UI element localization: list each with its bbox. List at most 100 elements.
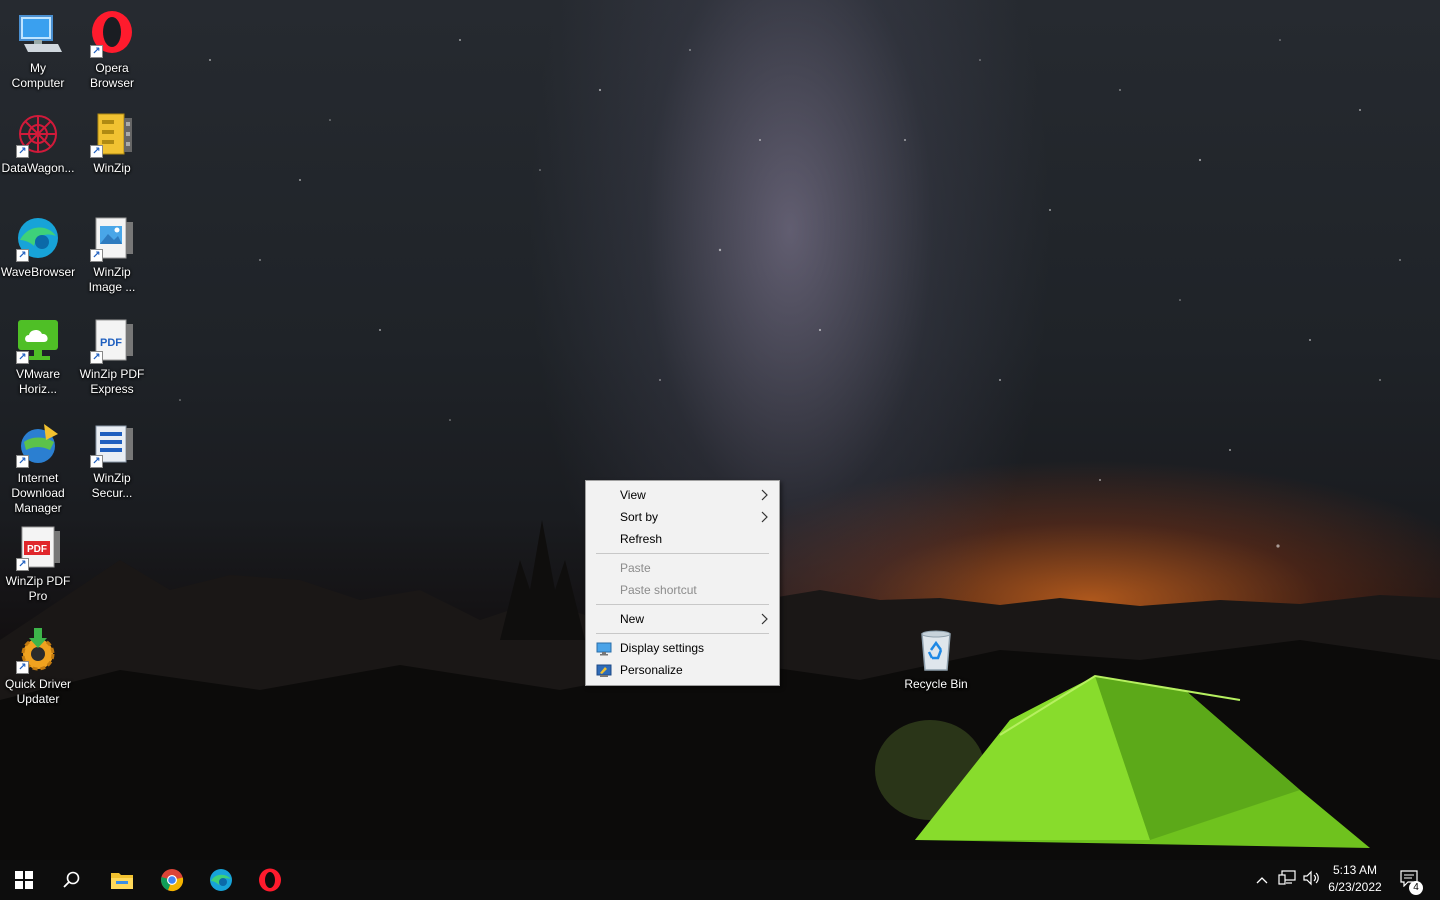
shortcut-arrow-icon: ↗	[90, 145, 103, 158]
chevron-right-icon	[759, 506, 769, 528]
desktop-icon-vmware-horizon[interactable]: ↗ VMware Horiz...	[0, 316, 76, 397]
menu-item-refresh[interactable]: Refresh	[586, 528, 779, 550]
menu-item-new[interactable]: New	[586, 608, 779, 630]
shortcut-arrow-icon: ↗	[90, 455, 103, 468]
shortcut-arrow-icon: ↗	[16, 249, 29, 262]
desktop-icon-datawagon[interactable]: ↗ DataWagon...	[0, 110, 76, 176]
desktop-icon-label: WaveBrowser	[0, 265, 76, 279]
menu-item-display-settings[interactable]: Display settings	[586, 637, 779, 659]
desktop-icon-label: My Computer	[11, 61, 65, 90]
shortcut-arrow-icon: ↗	[90, 45, 103, 58]
menu-separator	[596, 604, 769, 605]
chevron-up-icon	[1256, 871, 1268, 889]
menu-separator	[596, 553, 769, 554]
desktop-icon-label: VMware Horiz...	[15, 367, 60, 396]
menu-item-label: Paste shortcut	[620, 583, 697, 597]
desktop-icon-label: WinZip PDF Express	[79, 367, 145, 396]
taskbar-chrome[interactable]	[148, 860, 196, 900]
desktop-icon-label: Opera Browser	[89, 61, 134, 90]
datawagon-icon: ↗	[14, 110, 62, 158]
desktop-icon-winzip-image[interactable]: ↗ WinZip Image ...	[74, 214, 150, 295]
clock-time: 5:13 AM	[1332, 863, 1378, 877]
menu-item-label: Sort by	[620, 510, 659, 524]
desktop-icon-label: Quick Driver Updater	[4, 677, 71, 706]
tree-silhouette	[500, 520, 585, 640]
shortcut-arrow-icon: ↗	[16, 351, 29, 364]
menu-item-view[interactable]: View	[586, 484, 779, 506]
desktop-icon-label: WinZip	[93, 161, 131, 175]
opera-icon	[258, 868, 282, 892]
volume-button[interactable]	[1300, 860, 1322, 900]
chevron-right-icon	[759, 608, 769, 630]
svg-text:PDF: PDF	[100, 337, 122, 349]
winzip-secure-icon: ↗	[88, 420, 136, 468]
shortcut-arrow-icon: ↗	[16, 145, 29, 158]
menu-item-label: New	[620, 612, 645, 626]
vmware-horizon-icon: ↗	[14, 316, 62, 364]
show-hidden-icons-button[interactable]	[1252, 860, 1272, 900]
shortcut-arrow-icon: ↗	[16, 661, 29, 674]
taskbar-clock[interactable]: 5:13 AM 6/23/2022	[1322, 862, 1388, 898]
volume-icon	[1302, 870, 1320, 891]
desktop-context-menu: View Sort by Refresh Paste Paste shortcu…	[585, 480, 780, 686]
my-computer-icon	[14, 10, 62, 58]
winzip-icon: ↗	[88, 110, 136, 158]
menu-item-label: Display settings	[620, 641, 705, 655]
desktop-icon-label: Recycle Bin	[904, 677, 968, 691]
taskbar-opera[interactable]	[246, 860, 294, 900]
shortcut-arrow-icon: ↗	[16, 455, 29, 468]
desktop-icon-winzip-pdf-pro[interactable]: PDF ↗ WinZip PDF Pro	[0, 523, 76, 604]
winzip-pdf-express-icon: PDF ↗	[88, 316, 136, 364]
menu-item-personalize[interactable]: Personalize	[586, 659, 779, 681]
taskbar-file-explorer[interactable]	[98, 860, 146, 900]
desktop-icon-opera-browser[interactable]: ↗ Opera Browser	[74, 10, 150, 91]
svg-text:PDF: PDF	[27, 544, 47, 555]
start-button[interactable]	[0, 860, 48, 900]
menu-item-paste-shortcut: Paste shortcut	[586, 579, 779, 601]
desktop-icon-recycle-bin[interactable]: Recycle Bin	[898, 626, 974, 692]
desktop-icon-label: WinZip Secur...	[91, 471, 133, 500]
network-button[interactable]	[1276, 860, 1298, 900]
recycle-bin-icon	[912, 626, 960, 674]
opera-icon: ↗	[88, 10, 136, 58]
desktop-wallpaper	[0, 0, 1440, 860]
chrome-icon	[160, 868, 184, 892]
desktop-icon-label: DataWagon...	[1, 161, 75, 175]
file-explorer-icon	[110, 870, 134, 890]
desktop-icon-internet-download-manager[interactable]: ↗ Internet Download Manager	[0, 420, 76, 516]
clock-date: 6/23/2022	[1328, 880, 1382, 894]
menu-item-paste: Paste	[586, 557, 779, 579]
desktop-icon-winzip-pdf-express[interactable]: PDF ↗ WinZip PDF Express	[74, 316, 150, 397]
winzip-pdf-pro-icon: PDF ↗	[14, 523, 62, 571]
desktop-icon-quick-driver-updater[interactable]: ↗ Quick Driver Updater	[0, 626, 76, 707]
internet-download-manager-icon: ↗	[14, 420, 62, 468]
desktop-icon-winzip[interactable]: ↗ WinZip	[74, 110, 150, 176]
winzip-image-icon: ↗	[88, 214, 136, 262]
desktop-icon-label: WinZip PDF Pro	[5, 574, 71, 603]
wavebrowser-icon: ↗	[14, 214, 62, 262]
menu-item-label: Paste	[620, 561, 651, 575]
taskbar-wavebrowser[interactable]	[197, 860, 245, 900]
shortcut-arrow-icon: ↗	[90, 351, 103, 364]
search-button[interactable]	[48, 860, 96, 900]
taskbar: 5:13 AM 6/23/2022	[0, 860, 1440, 900]
desktop-icon-label: WinZip Image ...	[88, 265, 136, 294]
network-icon	[1278, 869, 1296, 891]
desktop-icon-wavebrowser[interactable]: ↗ WaveBrowser	[0, 214, 76, 280]
chevron-right-icon	[759, 484, 769, 506]
menu-item-label: Personalize	[620, 663, 683, 677]
menu-item-sort-by[interactable]: Sort by	[586, 506, 779, 528]
desktop-icon-winzip-secure[interactable]: ↗ WinZip Secur...	[74, 420, 150, 501]
menu-item-label: Refresh	[620, 532, 663, 546]
search-icon	[63, 871, 81, 889]
desktop-icon-my-computer[interactable]: My Computer	[0, 10, 76, 91]
wavebrowser-icon	[209, 868, 233, 892]
menu-item-label: View	[620, 488, 646, 502]
personalize-icon	[596, 663, 612, 677]
wallpaper-scene	[0, 39, 1440, 860]
shortcut-arrow-icon: ↗	[90, 249, 103, 262]
windows-start-icon	[15, 871, 33, 889]
shortcut-arrow-icon: ↗	[16, 558, 29, 571]
menu-separator	[596, 633, 769, 634]
desktop-icon-label: Internet Download Manager	[11, 471, 65, 515]
